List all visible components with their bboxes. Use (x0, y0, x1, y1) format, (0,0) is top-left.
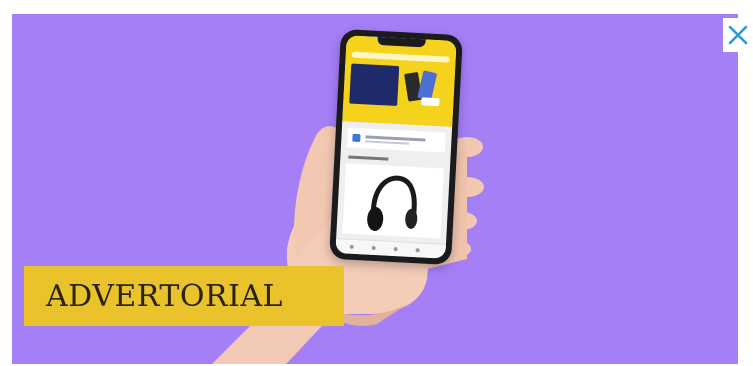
screen-section-label (348, 155, 389, 161)
close-icon (728, 25, 748, 45)
screen-bottom-nav (335, 237, 447, 259)
phone-illustration (329, 28, 463, 266)
ad-banner-image[interactable]: ADVERTORIAL (12, 14, 738, 364)
screen-product-card (342, 163, 444, 239)
screen-header (342, 35, 457, 127)
screen-promo-block (349, 63, 400, 107)
advertorial-label-text: ADVERTORIAL (46, 278, 283, 314)
screen-search-bar (351, 51, 450, 63)
advertorial-label: ADVERTORIAL (24, 266, 344, 326)
close-button[interactable] (723, 18, 753, 52)
screen-promo-phones (404, 70, 440, 107)
screen-info-row (346, 127, 446, 153)
ad-frame: ADVERTORIAL (0, 0, 753, 366)
phone-screen (335, 35, 457, 259)
headphones-icon (367, 175, 418, 232)
